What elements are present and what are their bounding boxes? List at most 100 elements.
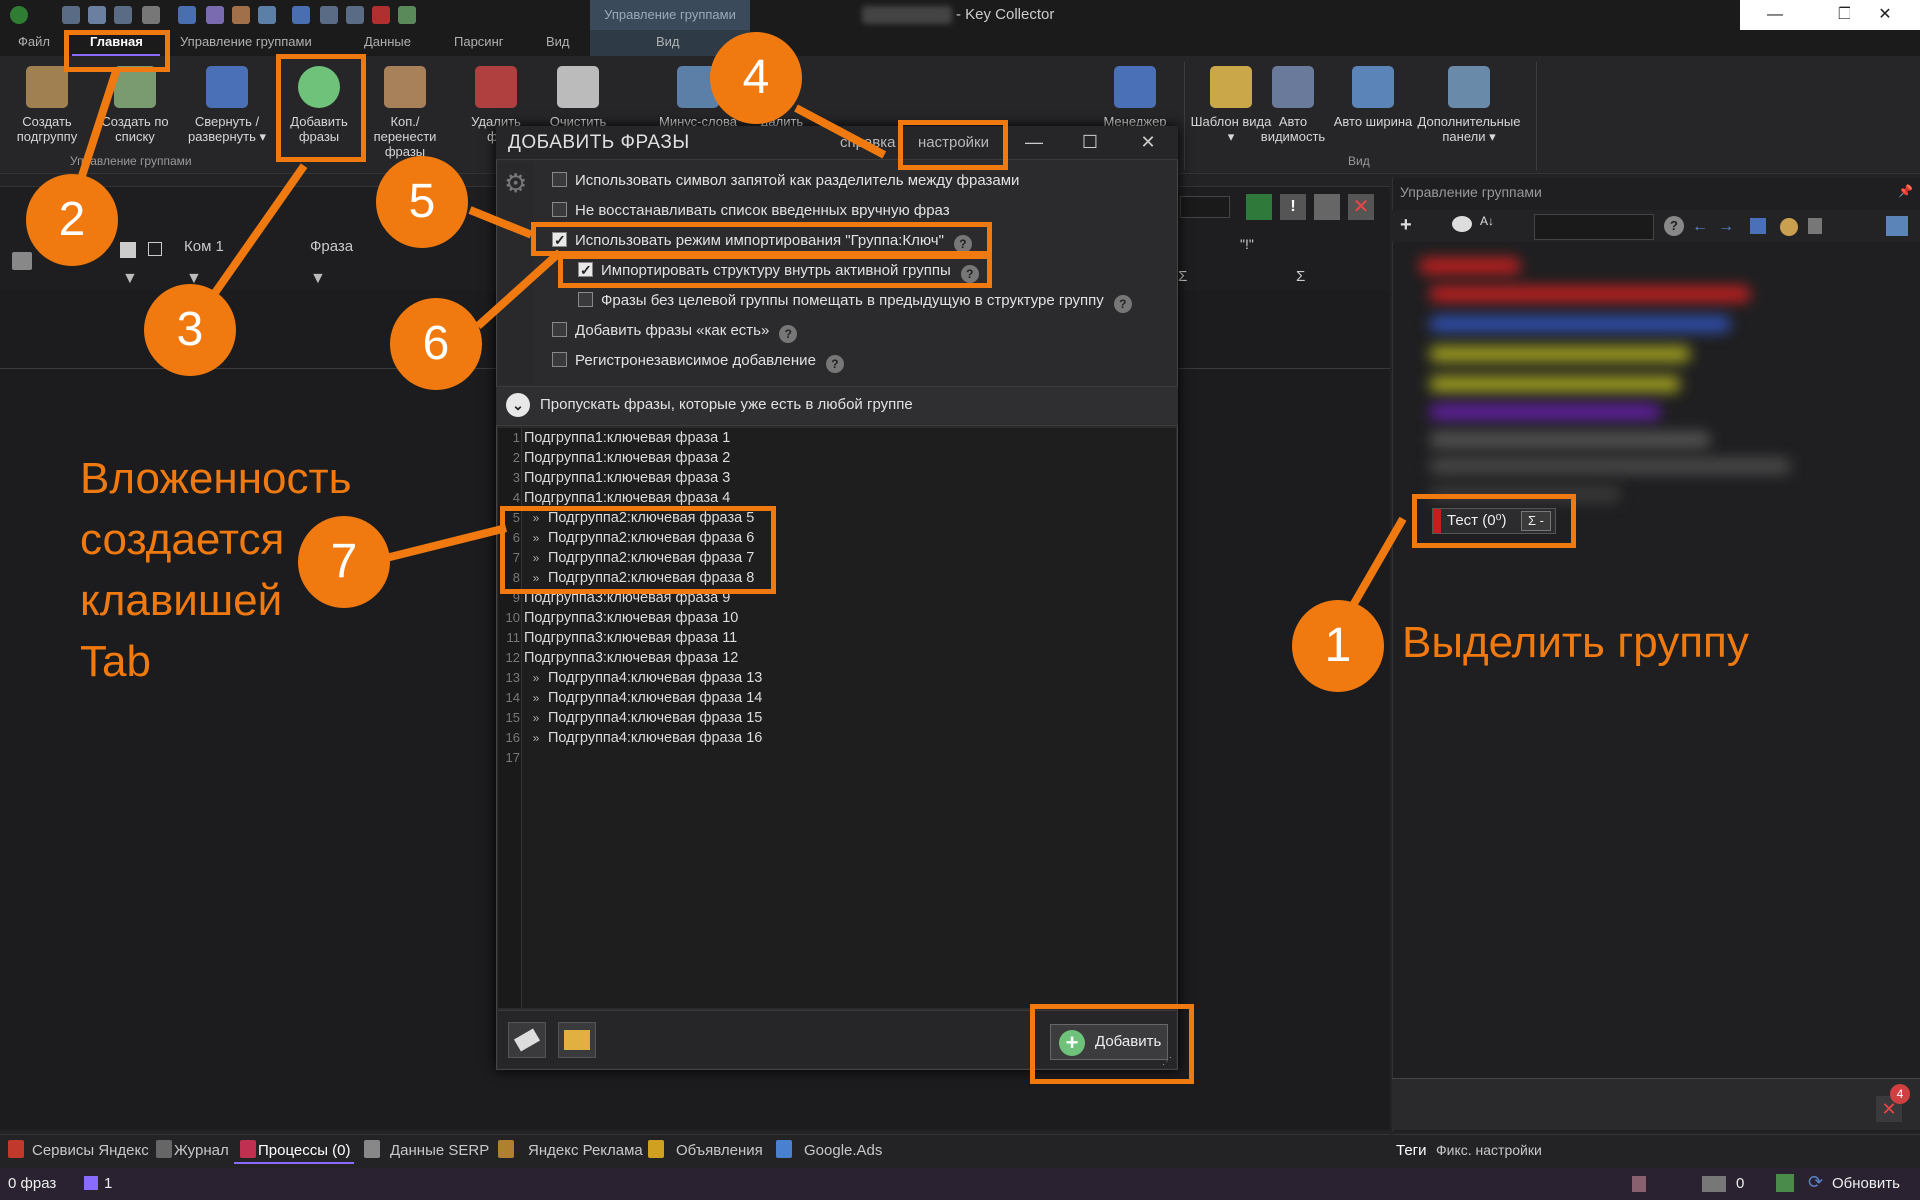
filter-icon[interactable]: [398, 6, 416, 24]
tab-google-ads[interactable]: Google.Ads: [804, 1142, 882, 1159]
editor-line[interactable]: 12 Подгруппа3:ключевая фраза 12: [498, 648, 1168, 668]
tab-fixed-settings[interactable]: Фикс. настройки: [1436, 1142, 1542, 1158]
extra-panels-button[interactable]: Дополнительные панели ▾: [1414, 66, 1524, 144]
visibility-icon[interactable]: [1452, 216, 1472, 232]
refresh-icon[interactable]: ⟳: [1808, 1172, 1823, 1193]
gear-icon[interactable]: ⚙: [504, 168, 527, 199]
option-case-insensitive[interactable]: Регистронезависимое добавление?: [552, 350, 844, 373]
close-window-button[interactable]: ✕: [1850, 0, 1920, 30]
menu-icon[interactable]: [62, 6, 80, 24]
editor-line[interactable]: 1 Подгруппа1:ключевая фраза 1: [498, 428, 1168, 448]
editor-line[interactable]: 16 » Подгруппа4:ключевая фраза 16: [498, 728, 1168, 748]
editor-line[interactable]: 2 Подгруппа1:ключевая фраза 2: [498, 448, 1168, 468]
help-icon[interactable]: ?: [1113, 295, 1132, 313]
editor-line[interactable]: 17: [498, 748, 1168, 768]
pin-icon[interactable]: 📌: [1898, 184, 1913, 198]
lock-icon[interactable]: [1808, 218, 1822, 234]
editor-line[interactable]: 4 Подгруппа1:ключевая фраза 4: [498, 488, 1168, 508]
group-filter-dropdown[interactable]: [1534, 214, 1654, 240]
tab-icon[interactable]: [142, 6, 160, 24]
context-tab-view[interactable]: Вид: [656, 34, 680, 49]
editor-line[interactable]: 11 Подгруппа3:ключевая фраза 11: [498, 628, 1168, 648]
tab-tags[interactable]: Теги: [1396, 1142, 1427, 1159]
clear-filter-icon[interactable]: ✕: [1348, 194, 1374, 220]
exclaim-button[interactable]: !: [1280, 194, 1306, 220]
dialog-minimize-button[interactable]: —: [1014, 128, 1054, 156]
grid-search-dropdown[interactable]: [1180, 196, 1230, 218]
sum-icon[interactable]: Σ: [1296, 268, 1305, 285]
select-all-checkbox[interactable]: [120, 242, 136, 258]
auto-width-button[interactable]: Авто ширина: [1332, 66, 1414, 129]
regex-button[interactable]: [1246, 194, 1272, 220]
tab-journal[interactable]: Журнал: [174, 1142, 229, 1159]
tab-data[interactable]: Данные: [364, 34, 411, 49]
option-checkbox[interactable]: [552, 322, 567, 337]
help-icon[interactable]: ?: [1664, 216, 1684, 236]
refresh-button[interactable]: Обновить: [1832, 1175, 1900, 1192]
columns-icon[interactable]: [292, 6, 310, 24]
sum-icon[interactable]: Σ: [1178, 268, 1187, 285]
column-comment[interactable]: Ком 1: [184, 238, 224, 255]
tab-view[interactable]: Вид: [546, 34, 570, 49]
editor-line[interactable]: 3 Подгруппа1:ключевая фраза 3: [498, 468, 1168, 488]
tab-yandex-ads[interactable]: Яндекс Реклама: [528, 1142, 643, 1159]
auto-visibility-button[interactable]: Авто видимость: [1252, 66, 1334, 144]
option-checkbox[interactable]: [578, 292, 593, 307]
help-icon[interactable]: ?: [779, 325, 798, 343]
wand-icon[interactable]: [88, 6, 106, 24]
editor-line[interactable]: 10 Подгруппа3:ключевая фраза 10: [498, 608, 1168, 628]
tab-processes[interactable]: Процессы (0): [258, 1142, 351, 1159]
option-comma-separator[interactable]: Использовать символ запятой как разделит…: [552, 170, 1019, 192]
dialog-close-button[interactable]: ✕: [1128, 128, 1168, 156]
tab-group-management[interactable]: Управление группами: [180, 34, 312, 49]
tab-ads[interactable]: Объявления: [676, 1142, 763, 1159]
menu-file[interactable]: Файл: [18, 34, 50, 49]
clear-button[interactable]: Очистить: [536, 66, 620, 129]
collapse-expand-button[interactable]: Свернуть / развернуть ▾: [186, 66, 268, 144]
column-phrase[interactable]: Фраза: [310, 238, 353, 255]
copy-move-phrases-button[interactable]: Коп./перенести фразы: [364, 66, 446, 159]
chevron-down-icon[interactable]: ⌄: [506, 393, 530, 417]
coin-icon[interactable]: [1780, 218, 1798, 236]
option-add-as-is[interactable]: Добавить фразы «как есть»?: [552, 320, 798, 343]
binoculars-icon[interactable]: [178, 6, 196, 24]
manager-button[interactable]: Менеджер: [1094, 66, 1176, 129]
add-group-icon[interactable]: +: [1400, 214, 1412, 237]
arrow-right-icon[interactable]: →: [1718, 218, 1734, 236]
links-icon[interactable]: [206, 6, 224, 24]
option-orphan-phrases[interactable]: Фразы без целевой группы помещать в пред…: [578, 290, 1132, 313]
tab-yandex-services[interactable]: Сервисы Яндекс: [32, 1142, 149, 1159]
tab-serp-data[interactable]: Данные SERP: [390, 1142, 489, 1159]
option-checkbox[interactable]: [552, 352, 567, 367]
grid-options-icon[interactable]: [12, 252, 32, 270]
filter-icon[interactable]: ▼: [122, 270, 138, 288]
shield-icon[interactable]: [258, 6, 276, 24]
option-checkbox[interactable]: [552, 202, 567, 217]
save-icon[interactable]: [1750, 218, 1766, 234]
option-checkbox[interactable]: [552, 172, 567, 187]
select-icon[interactable]: [320, 6, 338, 24]
help-icon[interactable]: ?: [825, 355, 844, 373]
option-no-restore[interactable]: Не восстанавливать список введенных вруч…: [552, 200, 950, 222]
font-icon[interactable]: [372, 6, 390, 24]
arrow-left-icon[interactable]: ←: [1692, 218, 1708, 236]
doc-button[interactable]: [1314, 194, 1340, 220]
minimize-button[interactable]: —: [1740, 0, 1810, 30]
editor-line[interactable]: 15 » Подгруппа4:ключевая фраза 15: [498, 708, 1168, 728]
clear-editor-button[interactable]: [508, 1022, 546, 1058]
filter-icon[interactable]: ▼: [310, 270, 326, 288]
grid-icon[interactable]: [114, 6, 132, 24]
editor-line[interactable]: 13 » Подгруппа4:ключевая фраза 13: [498, 668, 1168, 688]
transform-icon[interactable]: [346, 6, 364, 24]
column-toggle-icon[interactable]: [148, 242, 162, 256]
dialog-maximize-button[interactable]: ☐: [1070, 128, 1110, 156]
create-subgroup-button[interactable]: Создать подгруппу: [6, 66, 88, 144]
group-panel-title: Управление группами: [1400, 184, 1542, 200]
tab-parsing[interactable]: Парсинг: [454, 34, 504, 49]
editor-line[interactable]: 14 » Подгруппа4:ключевая фраза 14: [498, 688, 1168, 708]
sort-icon[interactable]: A↓: [1480, 214, 1500, 234]
open-file-button[interactable]: [558, 1022, 596, 1058]
layout-icon[interactable]: [1886, 216, 1908, 236]
column-exclaim[interactable]: "!": [1240, 236, 1254, 252]
chart-icon[interactable]: [232, 6, 250, 24]
